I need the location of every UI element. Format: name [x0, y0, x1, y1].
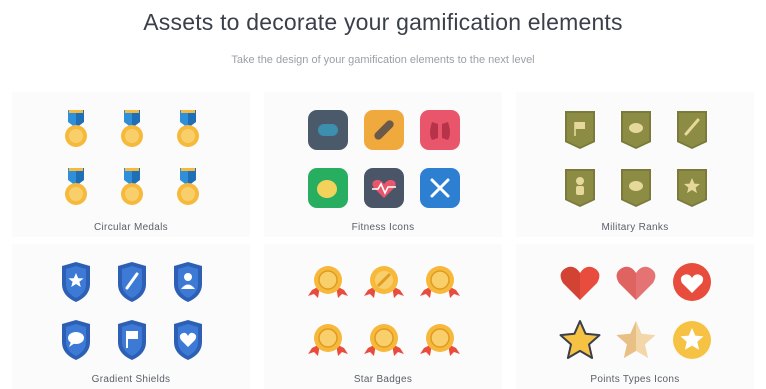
medal-icon: [108, 164, 156, 212]
heart-circle-icon: [668, 258, 716, 306]
card-label: Points Types Icons: [590, 374, 680, 385]
lungs-icon: [416, 106, 464, 154]
circle-rank-icon: [612, 164, 660, 212]
card-fitness-icons[interactable]: Fitness Icons: [264, 92, 502, 237]
pencil-badge-icon: [360, 258, 408, 306]
icon-grid: [264, 100, 502, 216]
heartbeat-icon: [360, 164, 408, 212]
card-circular-medals[interactable]: Circular Medals: [12, 92, 250, 237]
chat-shield-icon: [52, 316, 100, 364]
star-rank-icon: [668, 164, 716, 212]
icon-grid: [264, 252, 502, 368]
circle-rank-icon: [612, 106, 660, 154]
star-circle-icon: [668, 316, 716, 364]
asset-grid: Circular Medals Fitness Icons Military R…: [12, 92, 754, 389]
card-label: Gradient Shields: [91, 374, 171, 385]
bandage-icon: [360, 106, 408, 154]
card-label: Circular Medals: [94, 222, 168, 233]
card-star-badges[interactable]: Star Badges: [264, 244, 502, 389]
badge-icon: [304, 258, 352, 306]
flag-rank-icon: [556, 106, 604, 154]
stomach-icon: [304, 164, 352, 212]
pill-icon: [304, 106, 352, 154]
star-icon: [612, 316, 660, 364]
badge-icon: [416, 258, 464, 306]
icon-grid: [12, 252, 250, 368]
star-shield-icon: [52, 258, 100, 306]
card-label: Star Badges: [353, 374, 413, 385]
medal-icon: [108, 106, 156, 154]
page-title: Assets to decorate your gamification ele…: [143, 9, 623, 35]
card-points-types-icons[interactable]: Points Types Icons: [516, 244, 754, 389]
heart-shield-icon: [164, 316, 212, 364]
flag-shield-icon: [108, 316, 156, 364]
star-icon: [556, 316, 604, 364]
pen-shield-icon: [108, 258, 156, 306]
badge-icon: [416, 316, 464, 364]
page-subtitle: Take the design of your gamification ele…: [231, 54, 535, 66]
heart-icon: [556, 258, 604, 306]
card-military-ranks[interactable]: Military Ranks: [516, 92, 754, 237]
person-shield-icon: [164, 258, 212, 306]
card-label: Fitness Icons: [351, 222, 415, 233]
card-label: Military Ranks: [601, 222, 669, 233]
medal-icon: [164, 164, 212, 212]
badge-icon: [360, 316, 408, 364]
icon-grid: [516, 100, 754, 216]
badge-icon: [304, 316, 352, 364]
icon-grid: [516, 252, 754, 368]
medal-icon: [164, 106, 212, 154]
medal-icon: [52, 106, 100, 154]
icon-grid: [12, 100, 250, 216]
cutlery-icon: [416, 164, 464, 212]
pen-rank-icon: [668, 106, 716, 154]
heart-icon: [612, 258, 660, 306]
card-gradient-shields[interactable]: Gradient Shields: [12, 244, 250, 389]
soldier-rank-icon: [556, 164, 604, 212]
medal-icon: [52, 164, 100, 212]
